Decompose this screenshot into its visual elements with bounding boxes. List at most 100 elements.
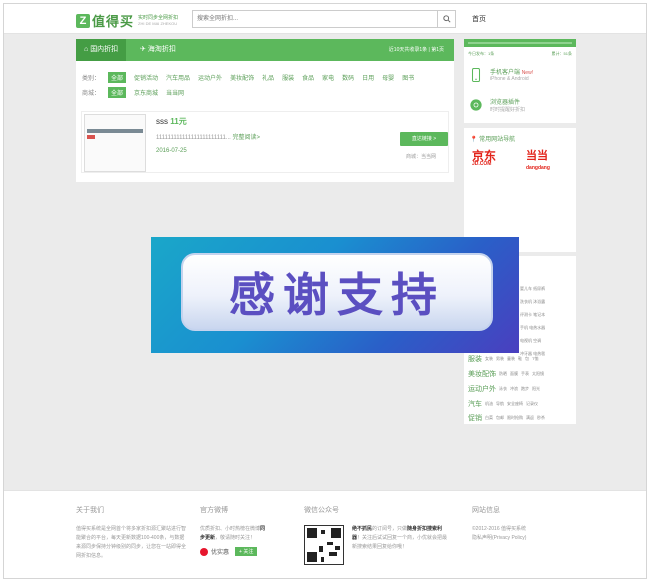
deal-description: 111111111111111111111111... 完整阅读> xyxy=(156,132,260,141)
filter-category[interactable]: 礼品 xyxy=(262,73,274,82)
mall-filter: 商城： 全部 京东商城 当当网 xyxy=(82,87,192,98)
deal-thumbnail[interactable] xyxy=(84,114,146,172)
hot-tag[interactable]: 婴儿车 xyxy=(520,286,532,291)
app-sub: iPhone & Android xyxy=(490,76,529,82)
app-sub: 时时提醒好折扣 xyxy=(490,107,526,113)
phone-icon xyxy=(471,67,481,82)
search-box xyxy=(192,10,456,28)
search-input[interactable] xyxy=(193,11,433,27)
weibo-follow-button[interactable]: + 关注 xyxy=(235,547,258,556)
hot-tag[interactable]: 电视机 xyxy=(520,338,532,343)
deals-panel: ⌂ 国内折扣 ✈ 海淘折扣 近10天共收录1条 | 第1页 类别： 全部 促销活… xyxy=(76,39,454,182)
deal-price: 11元 xyxy=(170,117,187,126)
footer-about-title: 关于我们 xyxy=(76,507,104,514)
tab-label: 国内折扣 xyxy=(90,46,119,53)
deal-date: 2016-07-25 xyxy=(156,148,187,154)
weibo-account-name[interactable]: 优实惠 xyxy=(211,547,229,556)
footer-weibo: 官方微博 优质折扣、小时热榜在微博同步更新，敬请随时关注！ 优实惠 + 关注 xyxy=(200,505,270,556)
logo-mark: Z xyxy=(76,13,90,28)
mobile-app-link[interactable]: 手机客户端 New! iPhone & Android xyxy=(470,67,533,82)
stats-total: 累计：51条 xyxy=(551,51,572,56)
hot-tag[interactable]: 笔记本 xyxy=(533,312,545,317)
deal-description-text: 111111111111111111111111... xyxy=(156,135,231,141)
footer-about-text: 值得买系统是全网首个将多家折扣源汇聚站进行智能聚合的平台，每天更新数据100-4… xyxy=(76,526,187,559)
category-name[interactable]: 促销 xyxy=(468,413,482,423)
privacy-policy-link[interactable]: 隐私声明(Privacy Policy) xyxy=(472,534,582,543)
hot-tag[interactable]: 洗衣机 xyxy=(520,299,532,304)
stats-row: 今日发布：1条 累计：51条 xyxy=(468,51,572,57)
stats-progress xyxy=(468,42,572,44)
hot-tag[interactable]: 手机 xyxy=(520,325,528,330)
category-name[interactable]: 美妆配饰 xyxy=(468,369,496,379)
tab-overseas[interactable]: ✈ 海淘折扣 xyxy=(132,39,184,61)
hot-tag[interactable]: 沐浴露 xyxy=(533,299,545,304)
weibo-account: 优实惠 + 关注 xyxy=(200,547,270,556)
filter-mall[interactable]: 京东商城 xyxy=(134,88,158,97)
footer-wechat: 微信公众号 绝不抓民的订阅号，只做随身折扣搜索利器！关注后试试回复一个商，小优就… xyxy=(304,505,454,565)
filter-category[interactable]: 家电 xyxy=(322,73,334,82)
mall-filter-label: 商城： xyxy=(82,91,101,97)
category-filter: 类别： 全部 促销活动 汽车用品 运动户外 美妆配饰 礼品 服装 食品 家电 数… xyxy=(82,72,422,83)
chrome-icon xyxy=(470,99,482,111)
filter-category-all[interactable]: 全部 xyxy=(108,72,127,83)
logo-slogan: 实时同步全网折扣 ZHI DE MAI ZHEKOU xyxy=(138,15,178,27)
site-logo[interactable]: Z 值得买 实时同步全网折扣 ZHI DE MAI ZHEKOU xyxy=(76,11,178,30)
stats-today: 今日发布：1条 xyxy=(468,51,495,56)
hot-tag[interactable]: 电热水器 xyxy=(529,325,545,330)
filter-mall[interactable]: 当当网 xyxy=(166,88,184,97)
category-name[interactable]: 汽车 xyxy=(468,399,482,409)
read-more-link[interactable]: 完整阅读> xyxy=(233,135,261,141)
search-button[interactable] xyxy=(437,11,455,27)
nav-home-link[interactable]: 首页 xyxy=(472,14,486,24)
hot-tag-cloud: 婴儿车 纸尿裤 洗衣机 沐浴露 评测卡 笔记本 手机 电热水器 电视机 空调 冲… xyxy=(520,282,576,360)
jd-logo-link[interactable]: 京东 JD.COM xyxy=(472,150,496,167)
site-nav-title: 📍 常用网站导航 xyxy=(470,137,516,143)
filter-category[interactable]: 日用 xyxy=(362,73,374,82)
hot-tag[interactable]: 空调 xyxy=(533,338,541,343)
browser-plugin-link[interactable]: 浏览器插件 时时提醒好折扣 xyxy=(470,97,525,113)
category-name[interactable]: 服装 xyxy=(468,354,482,364)
filter-mall-all[interactable]: 全部 xyxy=(108,87,127,98)
site-header: Z 值得买 实时同步全网折扣 ZHI DE MAI ZHEKOU 首页 xyxy=(4,4,646,34)
app-name: 浏览器插件 xyxy=(490,100,521,106)
filter-category[interactable]: 母婴 xyxy=(382,73,394,82)
thank-you-banner: 感谢支持 xyxy=(151,237,519,353)
category-row: 服装 女装 男装 童装 鞋 包 T恤 xyxy=(468,354,539,364)
direct-link-button[interactable]: 直达链接 > xyxy=(400,132,448,146)
deal-mall: 商城：当当网 xyxy=(406,154,437,160)
category-row: 运动户外 泳衣 冲浪 跑步 阳光 xyxy=(468,384,540,394)
tab-domestic[interactable]: ⌂ 国内折扣 xyxy=(76,39,127,61)
deal-item: sss 11元 111111111111111111111111... 完整阅读… xyxy=(81,111,449,173)
location-pin-icon: 📍 xyxy=(470,137,478,143)
logo-slogan-en: ZHI DE MAI ZHEKOU xyxy=(138,20,178,26)
site-footer: 关于我们 值得买系统是全网首个将多家折扣源汇聚站进行智能聚合的平台，每天更新数据… xyxy=(4,490,646,578)
filter-category[interactable]: 促销活动 xyxy=(134,73,158,82)
deal-title[interactable]: sss 11元 xyxy=(156,116,187,127)
filter-category[interactable]: 运动户外 xyxy=(198,73,222,82)
footer-wechat-title: 微信公众号 xyxy=(304,507,339,514)
page-frame: Z 值得买 实时同步全网折扣 ZHI DE MAI ZHEKOU 首页 ⌂ 国内… xyxy=(3,3,647,579)
tab-label: 海淘折扣 xyxy=(147,46,176,53)
category-name[interactable]: 运动户外 xyxy=(468,384,496,394)
wechat-qr-code xyxy=(304,525,344,565)
category-row: 促销 白菜 包邮 限时抢购 满返 秒杀 xyxy=(468,413,545,423)
filter-category[interactable]: 数码 xyxy=(342,73,354,82)
filter-category[interactable]: 美妆配饰 xyxy=(230,73,254,82)
dangdang-logo-link[interactable]: 当当 dangdang xyxy=(526,150,550,174)
hot-tag[interactable]: 纸尿裤 xyxy=(533,286,545,291)
footer-about: 关于我们 值得买系统是全网首个将多家折扣源汇聚站进行智能聚合的平台，每天更新数据… xyxy=(76,505,188,561)
tab-bar: ⌂ 国内折扣 ✈ 海淘折扣 近10天共收录1条 | 第1页 xyxy=(76,39,454,61)
footer-wechat-text: 绝不抓民的订阅号，只做随身折扣搜索利器！关注后试试回复一个商，小优就会把最新搜索… xyxy=(352,526,448,550)
category-row: 美妆配饰 防晒 面膜 手表 太阳镜 xyxy=(468,369,544,379)
home-icon: ⌂ xyxy=(84,46,89,53)
page-info: 近10天共收录1条 | 第1页 xyxy=(388,47,444,53)
hot-tag[interactable]: 评测卡 xyxy=(520,312,532,317)
filter-category[interactable]: 图书 xyxy=(402,73,414,82)
weibo-icon xyxy=(200,547,208,556)
filter-category[interactable]: 汽车用品 xyxy=(166,73,190,82)
site-nav-box: 📍 常用网站导航 京东 JD.COM 当当 dangdang xyxy=(464,128,576,252)
logo-text: 值得买 xyxy=(92,14,135,29)
filter-category[interactable]: 服装 xyxy=(282,73,294,82)
filter-category[interactable]: 食品 xyxy=(302,73,314,82)
deal-title-text: sss xyxy=(156,117,168,126)
